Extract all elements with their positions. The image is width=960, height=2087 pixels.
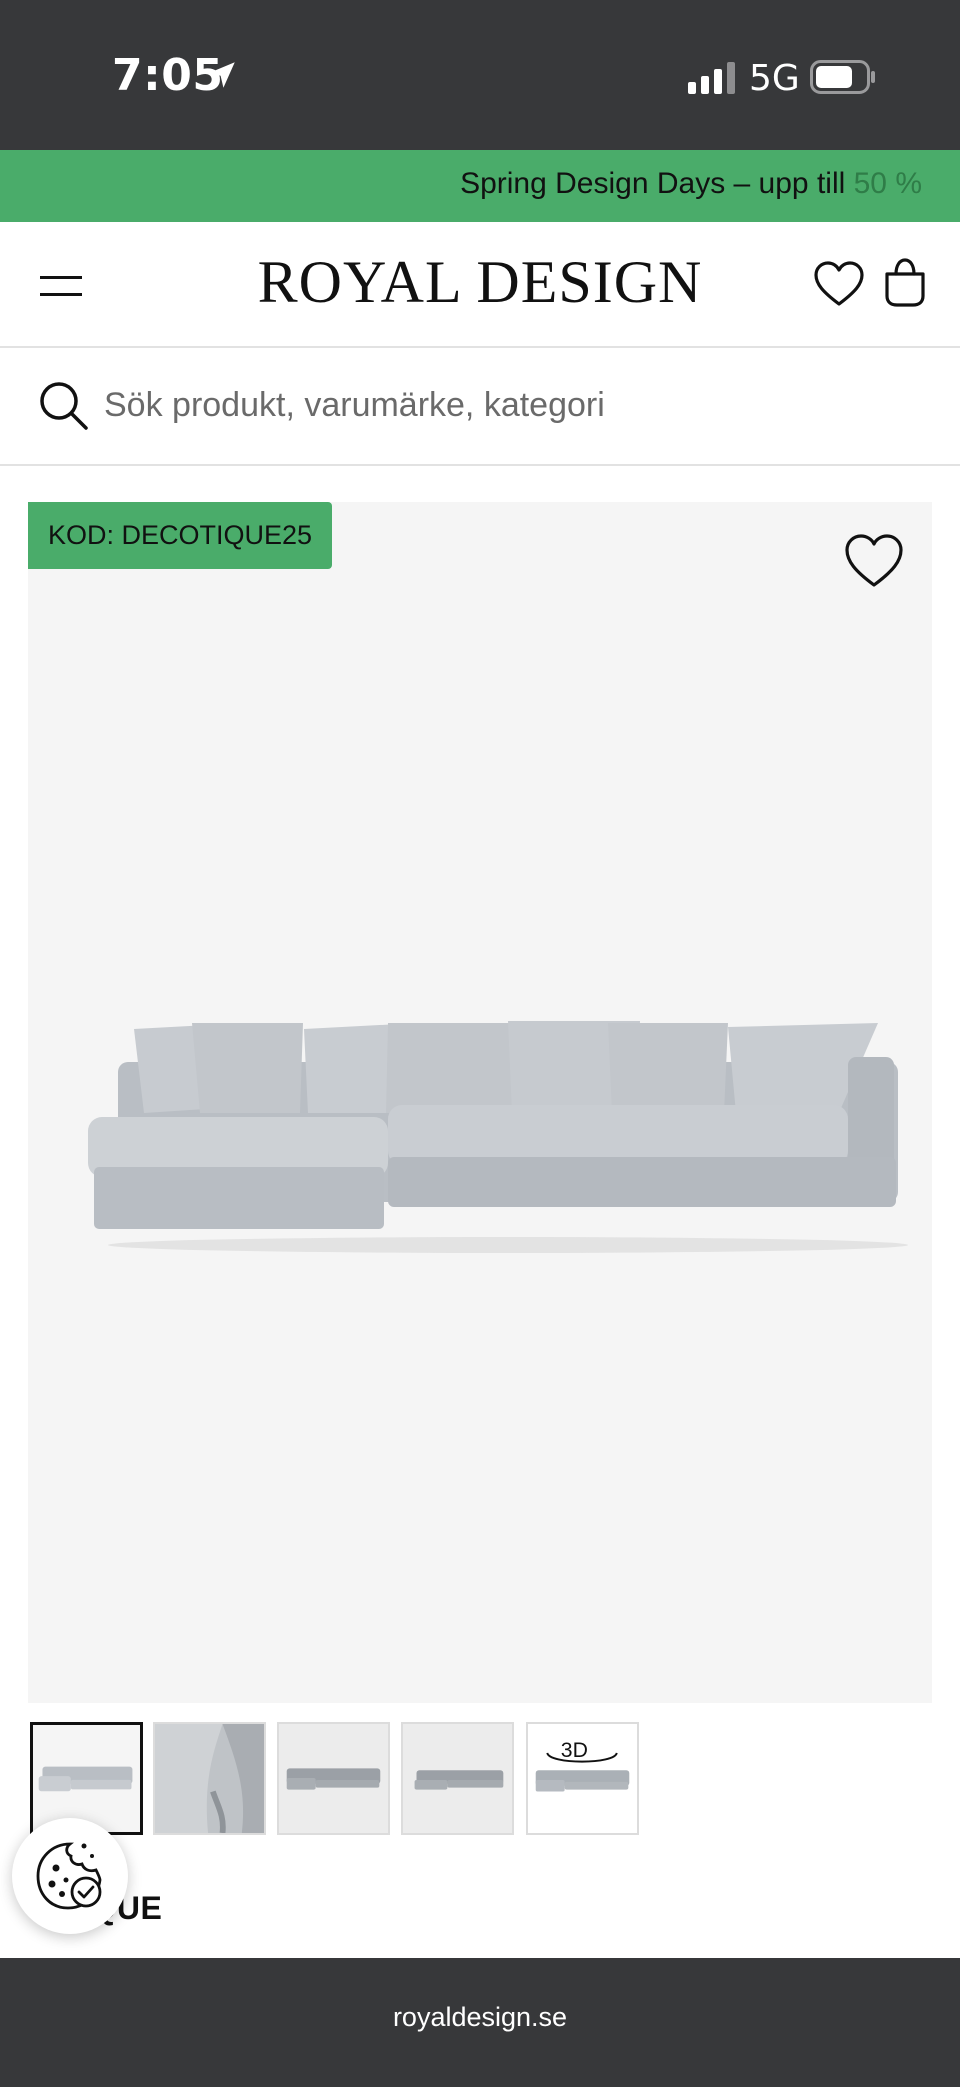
gallery-thumbnail-4[interactable] bbox=[401, 1722, 514, 1835]
sofa-product-photo bbox=[88, 1021, 908, 1253]
location-arrow-icon bbox=[209, 62, 235, 88]
search-bar bbox=[0, 348, 960, 466]
promo-banner[interactable]: Spring Design Days – upp till 50 % bbox=[0, 150, 960, 222]
gallery-thumbnail-1[interactable] bbox=[30, 1722, 143, 1835]
thumbnail-sofa-image bbox=[33, 1725, 140, 1832]
promo-banner-text: Spring Design Days – upp till 50 % bbox=[460, 167, 922, 201]
network-type: 5G bbox=[749, 58, 800, 99]
url-text: royaldesign.se bbox=[392, 2002, 568, 2032]
discount-code-badge: KOD: DECOTIQUE25 bbox=[28, 502, 333, 569]
promo-text-main: Spring Design Days – upp till bbox=[460, 167, 854, 200]
shopping-bag-icon[interactable] bbox=[882, 256, 928, 308]
gallery-thumbnail-2[interactable] bbox=[153, 1722, 266, 1835]
search-input[interactable] bbox=[104, 376, 924, 434]
gallery-thumbnail-3[interactable] bbox=[277, 1722, 390, 1835]
wishlist-heart-icon[interactable] bbox=[813, 260, 865, 308]
status-bar: 7:05 5G bbox=[0, 0, 960, 150]
cookie-settings-button[interactable] bbox=[12, 1818, 128, 1934]
product-image-main[interactable]: KOD: DECOTIQUE25 bbox=[28, 502, 932, 1703]
thumbnail-fabric-image bbox=[155, 1724, 264, 1833]
search-icon[interactable] bbox=[36, 378, 90, 432]
cookie-icon bbox=[36, 1842, 102, 1910]
thumbnail-3d-view-image: 3D bbox=[528, 1724, 637, 1833]
signal-strength-icon bbox=[688, 62, 735, 94]
site-header: ROYAL DESIGN bbox=[0, 222, 960, 348]
browser-url-bar[interactable]: royaldesign.se bbox=[0, 1958, 960, 2087]
thumbnail-sofa-image bbox=[403, 1724, 512, 1833]
favorite-heart-icon[interactable] bbox=[843, 532, 905, 590]
battery-icon bbox=[810, 60, 875, 94]
gallery-thumbnail-3d[interactable]: 3D bbox=[526, 1722, 639, 1835]
3d-label: 3D bbox=[561, 1739, 588, 1762]
thumbnail-sofa-image bbox=[279, 1724, 388, 1833]
promo-discount: 50 % bbox=[853, 167, 922, 200]
